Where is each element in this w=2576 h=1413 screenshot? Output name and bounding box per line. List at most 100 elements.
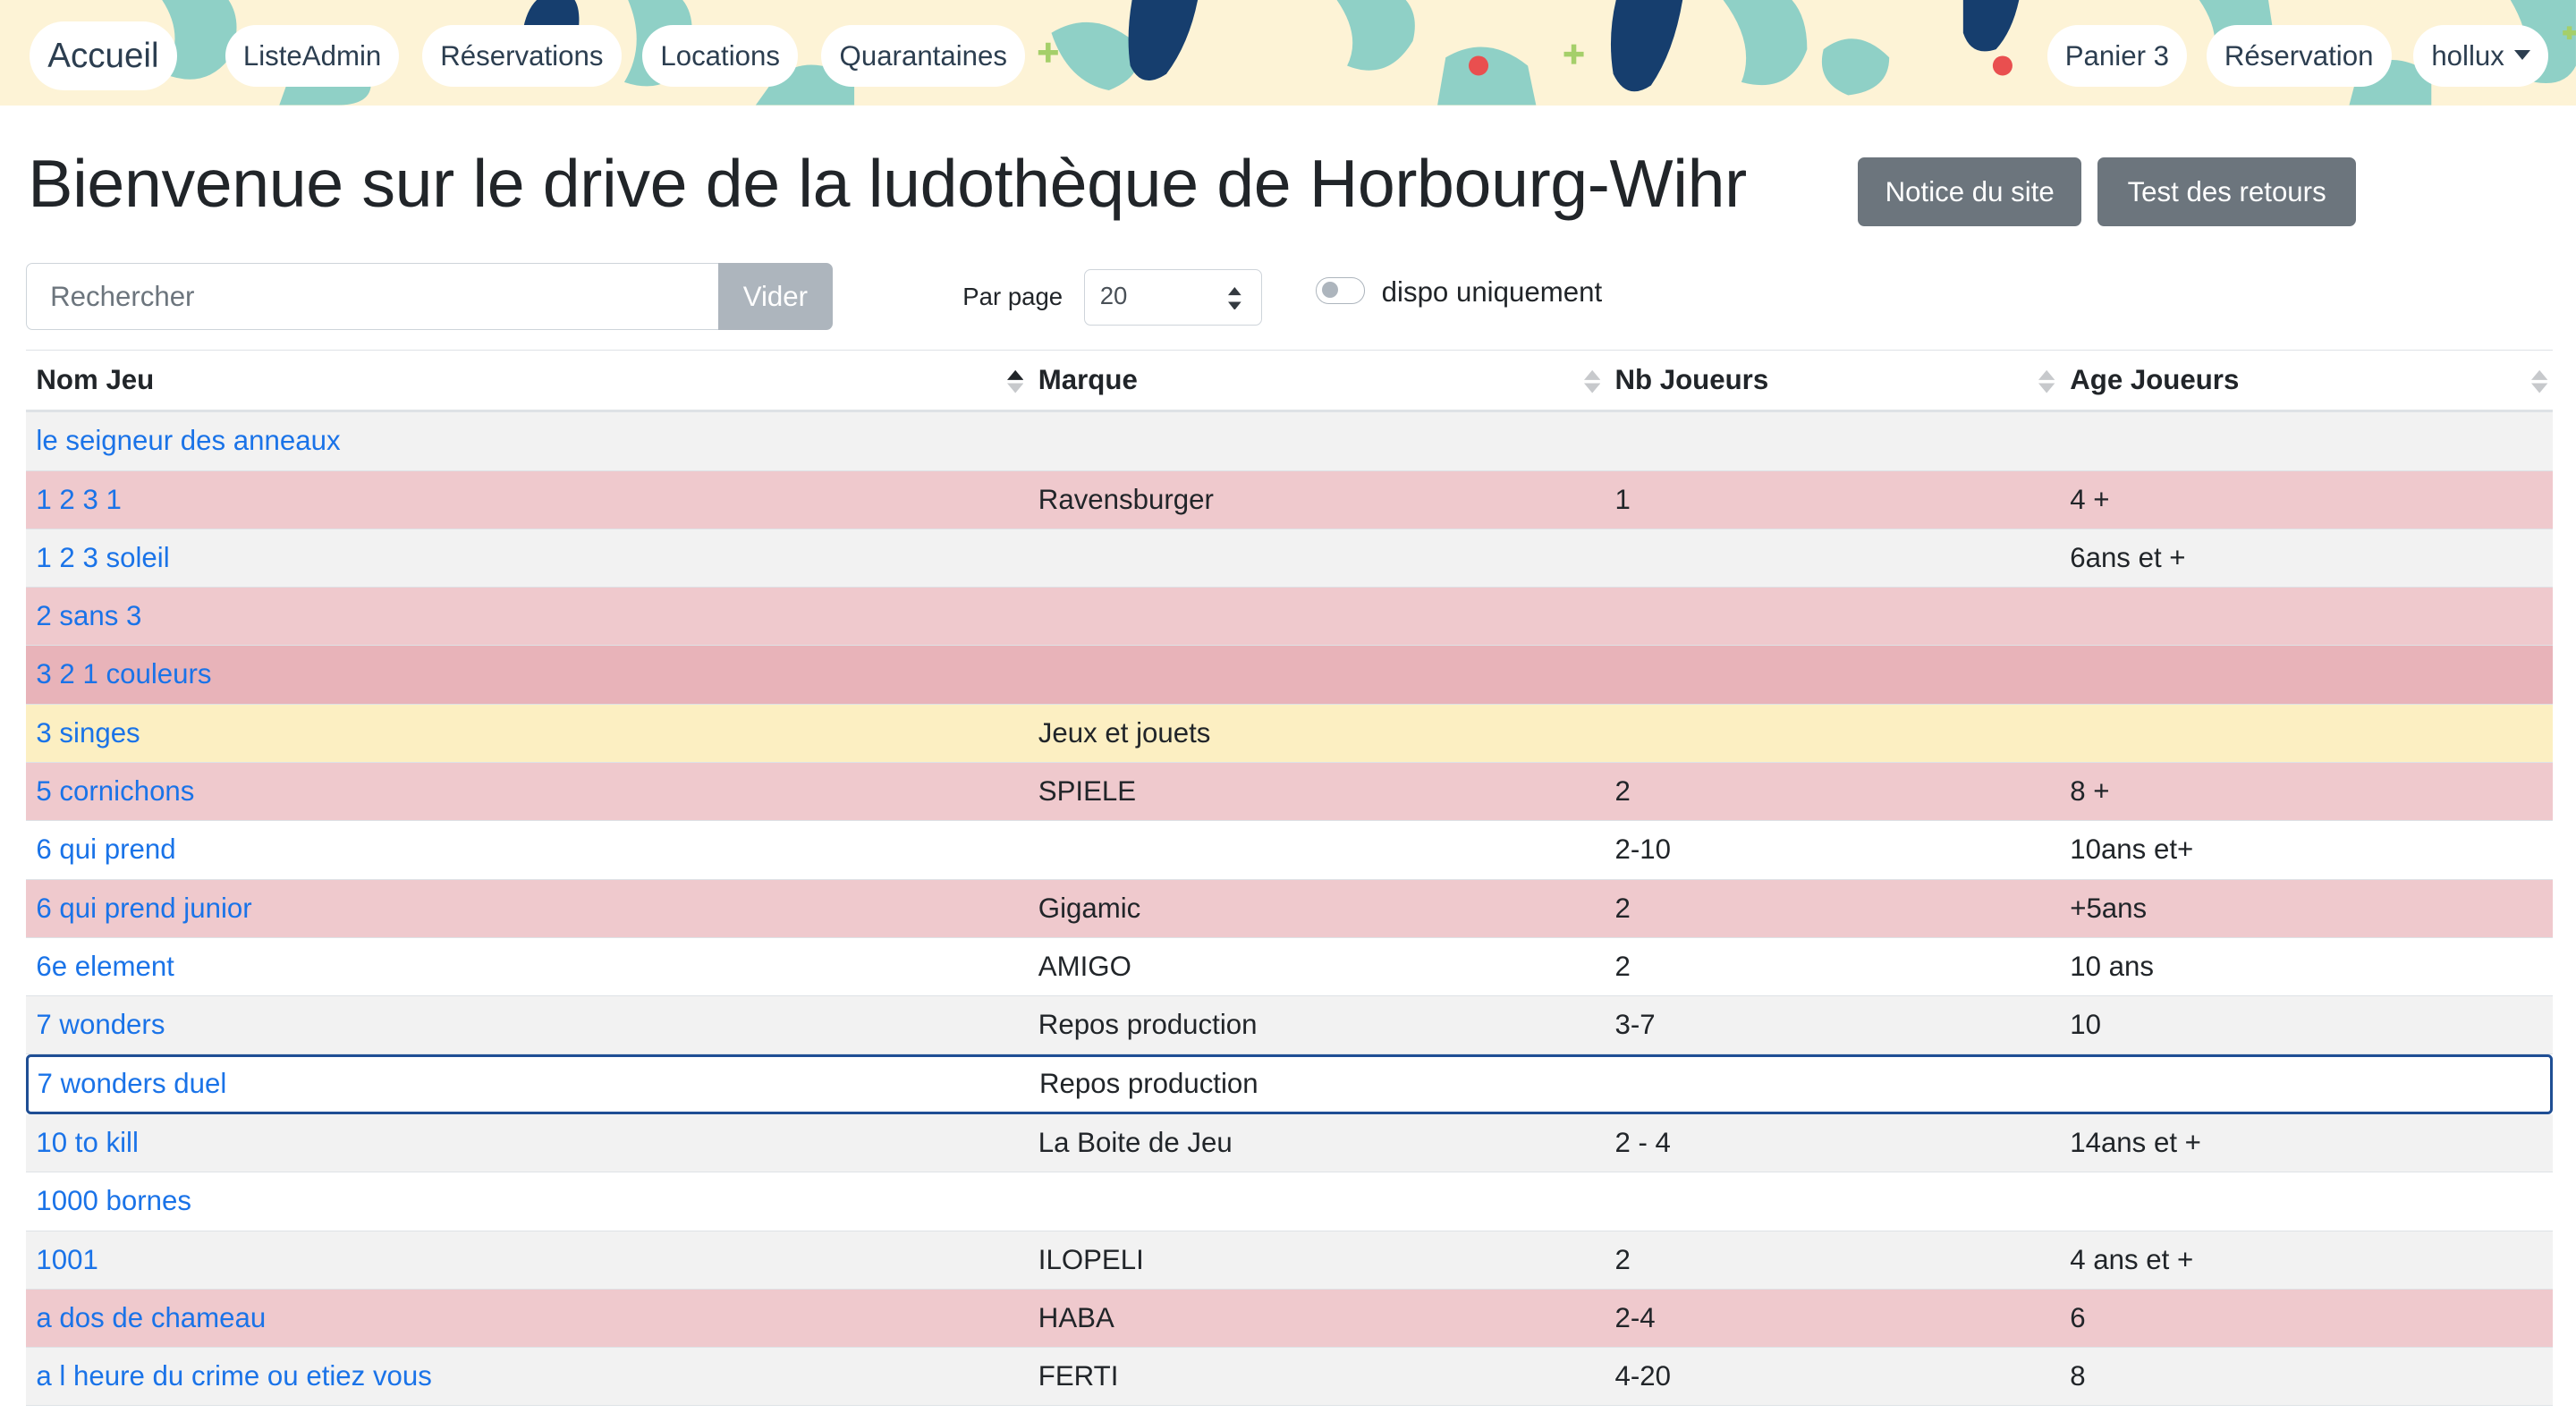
game-name-link[interactable]: 3 singes	[36, 705, 140, 762]
game-name-link[interactable]: 7 wonders	[36, 996, 165, 1053]
per-page-select[interactable]: 20	[1084, 269, 1262, 326]
nav-reservation-link[interactable]: Réservation	[2206, 24, 2392, 88]
table-row[interactable]: 1 2 3 1 Ravensburger 1 4 +	[26, 470, 2554, 529]
game-brand: FERTI	[1038, 1360, 1119, 1392]
game-age: +5ans	[2070, 892, 2148, 924]
game-name-link[interactable]: 1001	[36, 1231, 97, 1289]
nav-brand-link[interactable]: Accueil	[30, 21, 177, 91]
sort-icon[interactable]	[2038, 368, 2055, 394]
game-name-link[interactable]: 1 2 3 1	[36, 471, 121, 529]
game-brand: Repos production	[1038, 1068, 1258, 1100]
table-row[interactable]: 1000 bornes	[26, 1172, 2554, 1231]
table-row[interactable]: 6 qui prend 2-10 10ans et+	[26, 821, 2554, 880]
clear-search-button[interactable]: Vider	[717, 262, 834, 331]
game-players: 3-7	[1614, 1009, 1656, 1041]
table-body: le seigneur des anneaux 1 2 3 1 Ravensburg…	[26, 412, 2554, 1407]
game-brand: Repos production	[1038, 1009, 1258, 1041]
game-players: 2	[1614, 950, 1631, 982]
game-brand: SPIELE	[1038, 775, 1137, 807]
game-age: 4 +	[2070, 483, 2110, 515]
search-input[interactable]	[26, 262, 718, 331]
game-age: 10ans et+	[2070, 833, 2194, 866]
game-name-link[interactable]: 6e element	[36, 938, 174, 995]
game-age: 6ans et +	[2070, 541, 2186, 573]
game-brand: Gigamic	[1038, 892, 1141, 924]
game-brand: ILOPELI	[1038, 1243, 1144, 1275]
table-row[interactable]: 1 2 3 soleil 6ans et +	[26, 529, 2554, 588]
game-name-link[interactable]: 10 to kill	[36, 1114, 139, 1172]
game-name-link[interactable]: 6 qui prend	[36, 821, 175, 878]
availability-toggle-label: dispo uniquement	[1381, 275, 1603, 308]
game-players: 4-20	[1614, 1360, 1671, 1392]
game-brand: AMIGO	[1038, 950, 1131, 982]
table-row[interactable]: 7 wonders Repos production 3-7 10	[26, 996, 2554, 1055]
table-row[interactable]: 1001 ILOPELI 2 4 ans et +	[26, 1231, 2554, 1290]
table-header: Nom Jeu Marque Nb Joueurs Age Joueurs	[26, 350, 2554, 413]
column-header-players[interactable]: Nb Joueurs	[1614, 351, 1768, 410]
game-age: 6	[2070, 1301, 2086, 1333]
game-players: 2	[1614, 1243, 1631, 1275]
game-brand: Ravensburger	[1038, 483, 1214, 515]
table-row[interactable]: 6 qui prend junior Gigamic 2 +5ans	[26, 879, 2554, 938]
table-row[interactable]: 2 sans 3	[26, 588, 2554, 647]
table-row[interactable]: a l heure du crime ou etiez vous FERTI 4-2…	[26, 1348, 2554, 1407]
nav-item-quarantaines[interactable]: Quarantaines	[821, 24, 1026, 88]
user-name: hollux	[2431, 39, 2504, 72]
notice-button[interactable]: Notice du site	[1858, 157, 2082, 227]
page-title: Bienvenue sur le drive de la ludothèque …	[28, 145, 1747, 221]
game-players: 2-4	[1614, 1301, 1656, 1333]
game-players: 2-10	[1614, 833, 1671, 866]
game-name-link[interactable]: 1 2 3 soleil	[36, 529, 169, 587]
game-players: 2	[1614, 892, 1631, 924]
toggle-knob	[1321, 282, 1339, 299]
game-name-link[interactable]: 5 cornichons	[36, 763, 194, 820]
game-players: 2 - 4	[1614, 1127, 1671, 1159]
nav-item-reservations[interactable]: Réservations	[422, 24, 622, 88]
nav-item-listeadmin[interactable]: ListeAdmin	[225, 24, 400, 88]
game-name-link[interactable]: 3 2 1 couleurs	[36, 646, 211, 703]
nav-item-locations[interactable]: Locations	[642, 24, 799, 88]
table-row[interactable]: 6e element AMIGO 2 10 ans	[26, 937, 2554, 997]
game-brand: HABA	[1038, 1301, 1114, 1333]
game-name-link[interactable]: 6 qui prend junior	[36, 880, 251, 937]
game-name-link[interactable]: a l heure du crime ou etiez vous	[36, 1348, 432, 1405]
test-returns-button[interactable]: Test des retours	[2097, 157, 2356, 227]
game-players: 1	[1614, 483, 1631, 515]
availability-toggle[interactable]	[1316, 277, 1366, 304]
table-row[interactable]: 7 wonders duel Repos production	[26, 1054, 2554, 1115]
navbar: Accueil ListeAdmin Réservations Location…	[0, 0, 2576, 106]
table-row[interactable]: a dos de chameau HABA 2-4 6	[26, 1289, 2554, 1349]
game-age: 4 ans et +	[2070, 1243, 2194, 1275]
table-row[interactable]: le seigneur des anneaux	[26, 412, 2554, 471]
game-name-link[interactable]: 2 sans 3	[36, 588, 141, 645]
game-players: 2	[1614, 775, 1631, 807]
game-brand: Jeux et jouets	[1038, 716, 1211, 749]
column-header-name[interactable]: Nom Jeu	[36, 351, 154, 410]
per-page-value: 20	[1099, 282, 1128, 310]
caret-down-icon	[2513, 50, 2530, 61]
game-age: 10 ans	[2070, 950, 2154, 982]
sort-icon[interactable]	[2531, 368, 2548, 394]
select-arrows-icon	[1227, 286, 1241, 310]
column-header-age[interactable]: Age Joueurs	[2070, 351, 2239, 410]
sort-asc-icon[interactable]	[1006, 368, 1024, 394]
nav-cart-link[interactable]: Panier 3	[2046, 24, 2188, 88]
game-age: 14ans et +	[2070, 1127, 2201, 1159]
game-name-link[interactable]: 1000 bornes	[36, 1172, 191, 1230]
table-row[interactable]: 5 cornichons SPIELE 2 8 +	[26, 763, 2554, 822]
game-age: 10	[2070, 1009, 2101, 1041]
game-age: 8 +	[2070, 775, 2110, 807]
game-name-link[interactable]: 7 wonders duel	[38, 1057, 227, 1112]
column-header-brand[interactable]: Marque	[1038, 351, 1138, 410]
user-menu-dropdown[interactable]: hollux	[2413, 24, 2549, 88]
game-name-link[interactable]: a dos de chameau	[36, 1290, 266, 1347]
per-page-label: Par page	[962, 282, 1063, 310]
table-row[interactable]: 3 2 1 couleurs	[26, 646, 2554, 705]
game-name-link[interactable]: le seigneur des anneaux	[36, 412, 340, 470]
game-age: 8	[2070, 1360, 2086, 1392]
table-row[interactable]: 3 singes Jeux et jouets	[26, 704, 2554, 763]
games-table: Nom Jeu Marque Nb Joueurs Age Joueurs le…	[26, 350, 2554, 1407]
sort-icon[interactable]	[1583, 368, 1600, 394]
game-brand: La Boite de Jeu	[1038, 1127, 1233, 1159]
table-row[interactable]: 10 to kill La Boite de Jeu 2 - 4 14ans et +	[26, 1114, 2554, 1173]
